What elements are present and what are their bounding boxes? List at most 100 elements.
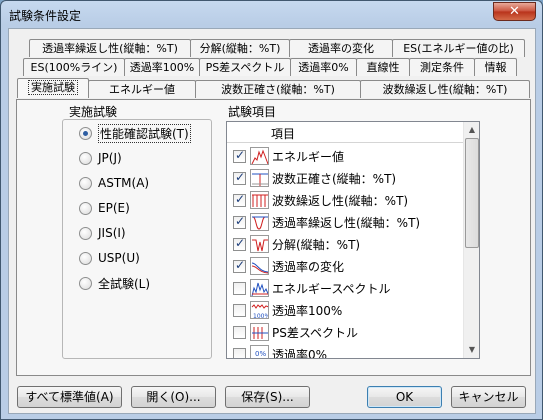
radio-label: 全試験(L) xyxy=(98,276,151,291)
wavenumber-repeat-icon xyxy=(250,191,269,209)
list-scrollbar[interactable]: ▲ ▼ xyxy=(463,122,479,358)
tab-row-3: 実施試験 エネルギー値 波数正確さ(縦軸：%T) 波数繰返し性(縦軸：%T) xyxy=(17,78,533,98)
radio-all-tests[interactable]: 全試験(L) xyxy=(79,275,150,291)
close-icon: ✕ xyxy=(509,4,520,19)
tab-measurement-conditions[interactable]: 測定条件 xyxy=(409,58,475,76)
tab-ps-diff[interactable]: PS差スペクトル xyxy=(199,58,291,76)
radio-circle xyxy=(79,276,92,290)
scroll-thumb[interactable] xyxy=(465,138,479,248)
item-label: 波数正確さ(縦軸：%T) xyxy=(272,171,397,186)
item-checkbox[interactable] xyxy=(233,148,246,163)
dialog-window: 試験条件設定 ✕ 透過率繰返し性(縦軸：%T) 分解(縦軸：%T) 透過率の変化… xyxy=(0,0,543,420)
list-item[interactable]: エネルギースペクトル xyxy=(227,277,465,299)
item-checkbox[interactable] xyxy=(233,192,246,207)
transmittance-100-icon: 100% xyxy=(250,301,269,319)
close-button[interactable]: ✕ xyxy=(493,2,536,21)
window-title: 試験条件設定 xyxy=(9,9,82,23)
item-label: エネルギースペクトル xyxy=(272,281,391,296)
item-checkbox[interactable] xyxy=(233,214,246,229)
radio-jis[interactable]: JIS(I) xyxy=(79,225,126,241)
item-checkbox[interactable] xyxy=(233,325,246,339)
list-item[interactable]: 0% 透過率0% xyxy=(227,343,465,359)
transmittance-0-icon: 0% xyxy=(250,345,269,358)
item-label: 波数繰返し性(縦軸：%T) xyxy=(272,193,409,208)
item-checkbox[interactable] xyxy=(233,170,246,185)
tab-info[interactable]: 情報 xyxy=(474,58,517,76)
tests-groupbox: 性能確認試験(T) JP(J) ASTM(A) EP(E) JIS(I) USP… xyxy=(62,119,212,359)
resolution-icon xyxy=(250,235,269,253)
svg-text:0%: 0% xyxy=(255,350,266,358)
radio-circle xyxy=(79,251,92,265)
tab-transmittance-0[interactable]: 透過率0% xyxy=(290,58,357,76)
tab-tests-label: 実施試験 xyxy=(28,80,78,95)
item-checkbox[interactable] xyxy=(233,281,246,295)
radio-astm[interactable]: ASTM(A) xyxy=(79,175,149,191)
title-bar[interactable]: 試験条件設定 ✕ xyxy=(1,1,542,27)
tab-es-100-line[interactable]: ES(100%ライン) xyxy=(23,58,125,76)
radio-label: JP(J) xyxy=(98,151,122,165)
radio-performance-check[interactable]: 性能確認試験(T) xyxy=(79,123,191,143)
restore-defaults-button[interactable]: すべて標準値(A) xyxy=(17,386,122,408)
radio-circle xyxy=(79,151,92,165)
item-label: 透過率繰返し性(縦軸：%T) xyxy=(272,215,421,230)
tab-wavenumber-repeat[interactable]: 波数繰返し性(縦軸：%T) xyxy=(360,80,530,98)
item-label: 透過率0% xyxy=(272,347,328,359)
transmittance-change-icon xyxy=(250,257,269,275)
list-item[interactable]: エネルギー値 xyxy=(227,145,465,167)
column-header-item: 項目 xyxy=(271,127,296,141)
list-column-header[interactable]: 項目 xyxy=(227,122,465,143)
tab-es-energy-ratio[interactable]: ES(エネルギー値の比) xyxy=(392,39,525,57)
tab-wavenumber-accuracy[interactable]: 波数正確さ(縦軸：%T) xyxy=(195,80,361,98)
tab-row-2: ES(100%ライン) 透過率100% PS差スペクトル 透過率0% 直線性 測… xyxy=(23,58,533,76)
item-checkbox[interactable] xyxy=(233,303,246,317)
svg-text:100%: 100% xyxy=(253,313,269,319)
radio-label: USP(U) xyxy=(98,251,140,265)
list-item[interactable]: 波数繰返し性(縦軸：%T) xyxy=(227,189,465,211)
tab-tests[interactable]: 実施試験 xyxy=(17,78,89,98)
item-checkbox[interactable] xyxy=(233,236,246,251)
list-item[interactable]: 分解(縦軸：%T) xyxy=(227,233,465,255)
save-button[interactable]: 保存(S)... xyxy=(225,386,310,408)
list-item[interactable]: PS差スペクトル xyxy=(227,321,465,343)
radio-ep[interactable]: EP(E) xyxy=(79,200,130,216)
radio-circle xyxy=(79,176,92,190)
tab-transmittance-repeat[interactable]: 透過率繰返し性(縦軸：%T) xyxy=(29,39,191,57)
radio-label: JIS(I) xyxy=(98,226,126,240)
tab-row-1: 透過率繰返し性(縦軸：%T) 分解(縦軸：%T) 透過率の変化 ES(エネルギー… xyxy=(29,39,529,57)
scroll-up-icon[interactable]: ▲ xyxy=(464,122,479,138)
energy-spectrum-icon xyxy=(250,147,269,165)
tab-linearity[interactable]: 直線性 xyxy=(356,58,410,76)
test-items-group-label: 試験項目 xyxy=(228,105,277,119)
tab-energy-value[interactable]: エネルギー値 xyxy=(88,80,196,98)
list-item[interactable]: 透過率繰返し性(縦軸：%T) xyxy=(227,211,465,233)
radio-usp[interactable]: USP(U) xyxy=(79,250,140,266)
item-label: 透過率100% xyxy=(272,303,343,318)
item-checkbox[interactable] xyxy=(233,258,246,273)
wavenumber-accuracy-icon xyxy=(250,169,269,187)
list-item[interactable]: 透過率の変化 xyxy=(227,255,465,277)
item-label: 分解(縦軸：%T) xyxy=(272,237,361,252)
ok-button[interactable]: OK xyxy=(367,386,442,408)
radio-label: 性能確認試験(T) xyxy=(98,123,191,143)
test-items-list[interactable]: 項目 エネルギー値 波数正確さ(縦軸：%T) 波数繰返し性(縦軸：%T) 透過率… xyxy=(226,121,480,359)
tab-transmittance-100[interactable]: 透過率100% xyxy=(124,58,200,76)
item-checkbox[interactable] xyxy=(233,347,246,358)
open-button[interactable]: 開く(O)... xyxy=(131,386,216,408)
ps-diff-icon xyxy=(250,323,269,341)
item-label: PS差スペクトル xyxy=(272,325,359,340)
radio-circle xyxy=(79,201,92,215)
transmittance-repeat-icon xyxy=(250,213,269,231)
list-item[interactable]: 波数正確さ(縦軸：%T) xyxy=(227,167,465,189)
radio-circle xyxy=(79,226,92,240)
cancel-button[interactable]: キャンセル xyxy=(451,386,526,408)
tab-resolution[interactable]: 分解(縦軸：%T) xyxy=(190,39,290,57)
tests-group-label: 実施試験 xyxy=(69,105,118,119)
scroll-down-icon[interactable]: ▼ xyxy=(464,342,479,358)
item-label: 透過率の変化 xyxy=(272,259,345,274)
radio-circle xyxy=(79,126,92,140)
radio-label: EP(E) xyxy=(98,201,130,215)
tab-transmittance-change[interactable]: 透過率の変化 xyxy=(289,39,393,57)
radio-jp[interactable]: JP(J) xyxy=(79,150,122,166)
item-label: エネルギー値 xyxy=(272,149,345,164)
list-item[interactable]: 100% 透過率100% xyxy=(227,299,465,321)
